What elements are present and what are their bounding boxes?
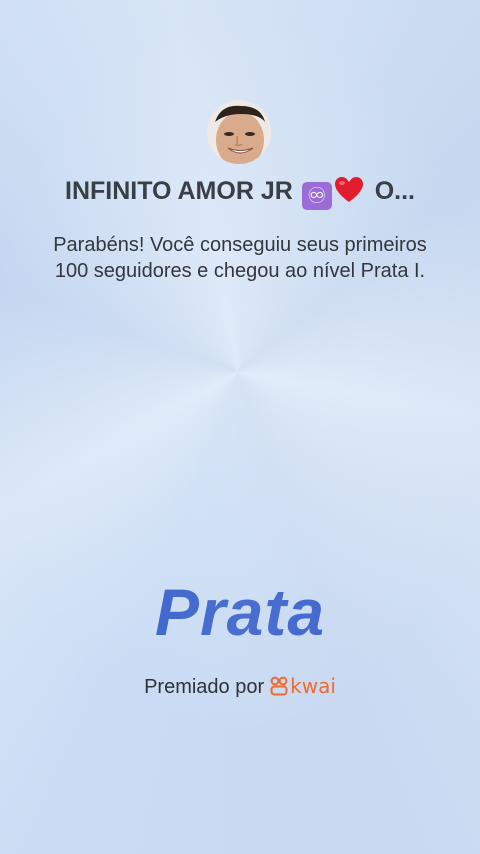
user-name-prefix: INFINITO AMOR JR [65,177,293,205]
avatar[interactable] [207,100,271,164]
kwai-brand: kwai [290,674,336,698]
user-photo-icon [207,100,271,164]
level-title: Prata [0,574,480,650]
awarded-by-text: Premiado por [144,676,265,698]
user-name-suffix: O... [374,177,415,205]
congrats-message: Parabéns! Você conseguiu seus primeiros … [53,234,427,282]
kwai-logo-icon [270,676,288,696]
infinity-emoji-icon: ♾ [301,182,332,210]
heart-emoji-icon [334,177,363,202]
achievement-screen: INFINITO AMOR JR ♾ O... Parabéns! Você c… [0,0,480,854]
user-name: INFINITO AMOR JR ♾ O... [0,176,480,210]
awarded-by: Premiado por kwai [0,674,480,699]
